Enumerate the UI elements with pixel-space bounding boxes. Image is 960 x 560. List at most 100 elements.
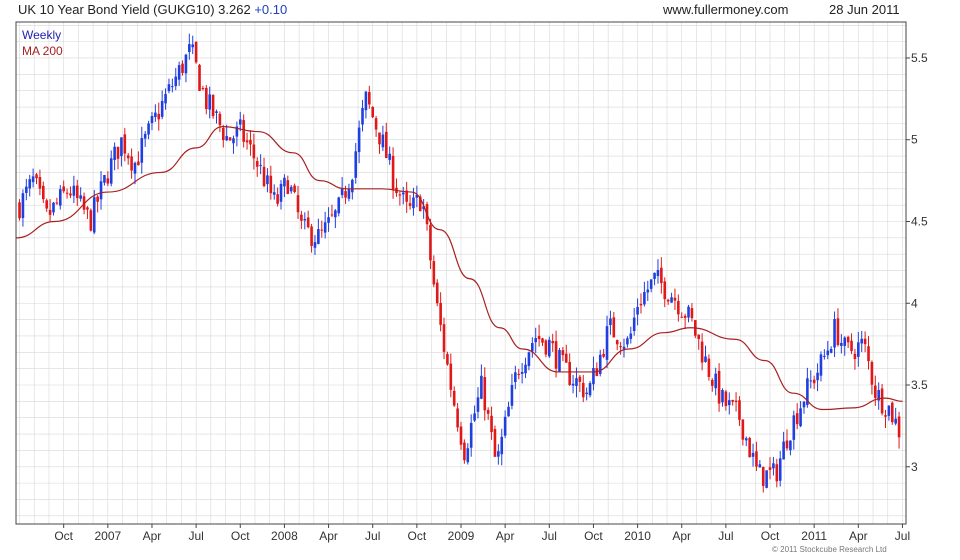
weekly-candle (374, 115, 378, 137)
candle-body (792, 415, 796, 440)
candle-body (317, 229, 320, 244)
weekly-candle (405, 181, 408, 213)
candle-body (323, 222, 327, 233)
candle-body (605, 326, 609, 360)
candle-body (205, 87, 208, 110)
weekly-candle (609, 310, 612, 335)
candle-body (551, 341, 554, 344)
weekly-candle (130, 148, 133, 179)
weekly-candle (897, 411, 901, 449)
candle-body (643, 292, 646, 305)
candle-body (751, 452, 755, 457)
candle-body (371, 106, 375, 118)
candle-body (860, 338, 864, 344)
candle-body (673, 297, 677, 301)
candle-body (761, 466, 765, 486)
weekly-candle (758, 460, 762, 468)
weekly-candle (272, 184, 276, 200)
weekly-candle (568, 353, 571, 386)
candle-body (493, 429, 497, 457)
weekly-candle (320, 220, 324, 238)
weekly-candle (595, 362, 599, 377)
weekly-candle (619, 341, 622, 355)
candle-body (184, 54, 188, 74)
candle-body (497, 451, 500, 457)
candle-body (857, 342, 860, 357)
x-tick-label: 2009 (448, 529, 475, 543)
candle-body (568, 361, 571, 385)
candle-body (466, 448, 470, 463)
weekly-candle (819, 351, 823, 382)
candle-body (86, 207, 89, 210)
weekly-candle (259, 154, 262, 175)
candle-body (649, 279, 653, 289)
candle-body (683, 315, 687, 318)
weekly-candle (188, 33, 191, 60)
weekly-candle (235, 121, 239, 147)
candle-body (221, 127, 225, 141)
weekly-candle (663, 277, 667, 308)
candle-body (242, 120, 245, 142)
candle-body (388, 153, 391, 160)
candle-body (262, 166, 266, 187)
candle-body (143, 133, 147, 139)
weekly-candle (751, 443, 755, 467)
candle-body (853, 353, 857, 360)
candle-body (588, 383, 592, 396)
candle-body (381, 134, 385, 148)
candle-body (704, 356, 707, 362)
candle-body (330, 214, 334, 216)
weekly-candle (103, 174, 106, 186)
weekly-candle (520, 363, 524, 384)
weekly-candle (79, 187, 82, 202)
weekly-candle (629, 326, 633, 344)
weekly-candle (564, 344, 568, 363)
weekly-candle (581, 374, 585, 403)
weekly-candle (18, 199, 21, 221)
candle-body (520, 371, 524, 374)
y-tick-label: 5 (911, 133, 918, 147)
candle-body (215, 111, 218, 113)
candle-body (592, 367, 595, 385)
candle-body (211, 94, 215, 117)
candle-body (439, 302, 442, 325)
weekly-candle (205, 85, 208, 115)
candle-body (344, 191, 347, 198)
weekly-candle (829, 346, 833, 354)
candle-body (707, 358, 711, 377)
candle-body (778, 458, 782, 481)
weekly-candle (877, 382, 880, 410)
candle-body (483, 377, 487, 411)
candle-body (632, 317, 636, 331)
candle-body (364, 91, 368, 111)
weekly-candle (683, 313, 687, 329)
weekly-candle (463, 439, 466, 464)
x-tick-label: Apr (672, 529, 691, 543)
weekly-candle (65, 188, 69, 199)
weekly-candle (884, 409, 887, 429)
weekly-candle (816, 363, 819, 392)
candle-body (391, 155, 395, 191)
weekly-candle (62, 180, 65, 194)
candle-body (58, 189, 62, 206)
candle-body (670, 297, 673, 303)
weekly-candle (778, 451, 782, 487)
candle-body (96, 196, 99, 202)
weekly-candle (303, 212, 307, 230)
x-tick-label: Oct (584, 529, 603, 543)
candle-body (62, 186, 65, 192)
weekly-candle (554, 330, 558, 378)
candle-body (626, 338, 629, 345)
weekly-candle (289, 184, 293, 194)
weekly-candle (541, 337, 544, 346)
weekly-candle (527, 351, 531, 371)
weekly-candle (680, 312, 684, 318)
weekly-candle (480, 364, 483, 400)
weekly-candle (615, 339, 619, 351)
weekly-candle (673, 288, 677, 310)
candle-body (554, 341, 558, 369)
x-tick-label: Jul (895, 529, 910, 543)
candle-body (347, 189, 351, 199)
weekly-candle (28, 174, 32, 197)
weekly-candle (72, 175, 76, 204)
